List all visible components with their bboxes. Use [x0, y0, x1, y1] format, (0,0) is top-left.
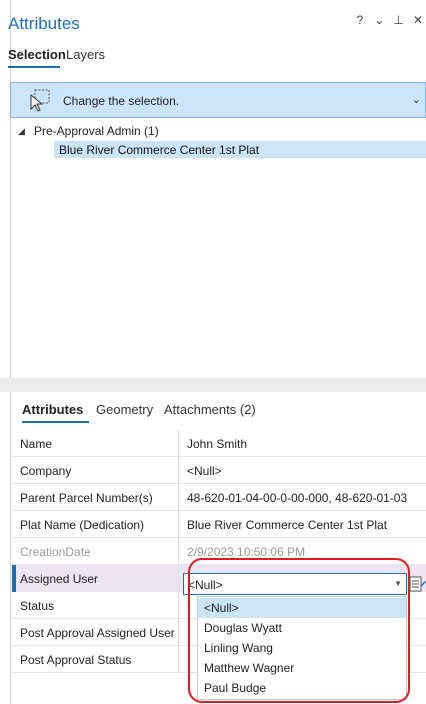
field-name: Plat Name (Dedication): [20, 518, 145, 532]
close-button[interactable]: ✕: [410, 13, 426, 27]
active-row-marker: [12, 565, 16, 592]
field-name: Name: [20, 437, 53, 451]
field-name: Parent Parcel Number(s): [20, 491, 153, 505]
tree-feature-node[interactable]: Blue River Commerce Center 1st Plat: [59, 143, 259, 157]
pane-controls: ? ⌄ ⊥ ✕: [352, 10, 426, 30]
field-name: Company: [20, 464, 72, 478]
tab-attachments[interactable]: Attachments (2): [164, 402, 256, 417]
field-name: Post Approval Status: [20, 653, 132, 667]
field-name: CreationDate: [20, 545, 91, 559]
column-divider: [178, 457, 179, 483]
annotation-highlight: [188, 558, 410, 703]
tab-attributes-underline: [22, 421, 89, 423]
column-divider: [178, 511, 179, 537]
field-value[interactable]: Blue River Commerce Center 1st Plat: [187, 518, 426, 532]
field-name: Assigned User: [20, 572, 99, 586]
column-divider: [178, 565, 179, 591]
tab-selection-underline: [8, 66, 60, 68]
table-row[interactable]: Plat Name (Dedication) Blue River Commer…: [12, 511, 426, 538]
pane-title: Attributes: [8, 14, 80, 33]
field-value: 2/9/2023 10:50:06 PM: [187, 545, 306, 559]
field-name: Status: [20, 599, 55, 613]
table-row[interactable]: Name John Smith: [12, 430, 426, 457]
chevron-down-icon: ⌄: [411, 94, 421, 106]
tree-layer-node[interactable]: Pre-Approval Admin (1): [34, 124, 159, 138]
column-divider: [178, 538, 179, 564]
options-menu-button[interactable]: ⌄: [371, 13, 387, 27]
column-divider: [178, 592, 179, 618]
selection-cursor-icon: [30, 89, 50, 112]
tab-geometry[interactable]: Geometry: [96, 402, 153, 417]
tab-layers[interactable]: Layers: [66, 47, 105, 62]
pane-splitter[interactable]: [0, 378, 426, 392]
edit-list-icon[interactable]: [408, 574, 426, 594]
change-selection-label: Change the selection.: [63, 94, 180, 108]
tab-attributes[interactable]: Attributes: [22, 402, 83, 417]
column-divider: [178, 619, 179, 645]
field-value[interactable]: <Null>: [187, 464, 426, 478]
field-name: Post Approval Assigned User: [20, 626, 175, 640]
change-selection-dropdown[interactable]: Change the selection. ⌄: [10, 82, 426, 118]
column-divider: [178, 484, 179, 510]
table-row[interactable]: Company <Null>: [12, 457, 426, 484]
column-divider: [178, 646, 179, 672]
field-value[interactable]: 48-620-01-04-00-0-00-000, 48-620-01-03: [187, 491, 426, 505]
field-value[interactable]: John Smith: [187, 437, 426, 451]
pin-button[interactable]: ⊥: [391, 13, 407, 27]
column-divider: [178, 430, 179, 456]
tab-selection[interactable]: Selection: [8, 47, 66, 62]
tree-collapse-icon[interactable]: ◢: [18, 126, 25, 137]
help-button[interactable]: ?: [352, 13, 368, 27]
table-row[interactable]: Parent Parcel Number(s) 48-620-01-04-00-…: [12, 484, 426, 511]
